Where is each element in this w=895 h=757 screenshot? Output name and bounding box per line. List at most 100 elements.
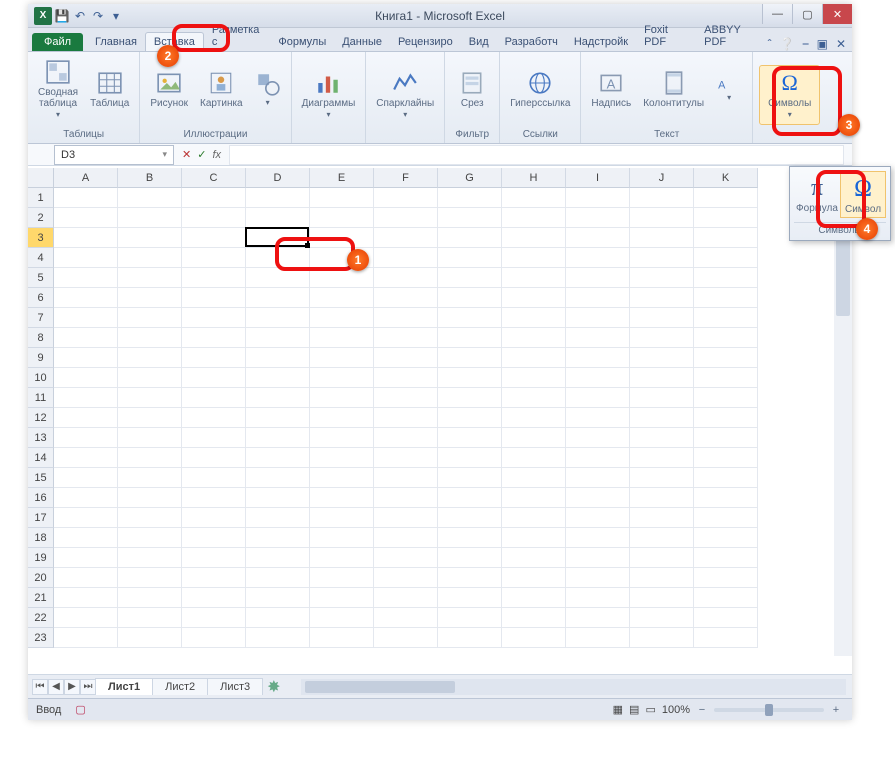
mdi-close-icon[interactable]: ✕ xyxy=(836,37,846,51)
horizontal-scrollbar[interactable] xyxy=(301,679,846,695)
row-header-12[interactable]: 12 xyxy=(28,408,54,428)
row-header-2[interactable]: 2 xyxy=(28,208,54,228)
macro-record-icon[interactable]: ▢ xyxy=(75,703,85,716)
tab-developer[interactable]: Разработч xyxy=(497,33,566,51)
row-header-1[interactable]: 1 xyxy=(28,188,54,208)
tab-view[interactable]: Вид xyxy=(461,33,497,51)
sheet-tab-1[interactable]: Лист1 xyxy=(95,678,153,695)
enter-entry-icon[interactable]: ✓ xyxy=(197,148,206,161)
sheet-nav-next-icon[interactable]: ▶ xyxy=(64,679,80,695)
save-icon[interactable]: 💾 xyxy=(54,8,70,24)
charts-button[interactable]: Диаграммы▾ xyxy=(298,68,360,122)
zoom-slider[interactable] xyxy=(714,708,824,712)
text-more-button[interactable]: A ▾ xyxy=(712,74,746,105)
name-box[interactable]: D3▾ xyxy=(54,145,174,165)
tab-layout[interactable]: Разметка с xyxy=(204,21,271,51)
slicer-button[interactable]: Срез xyxy=(451,68,493,111)
tab-file[interactable]: Файл xyxy=(32,33,83,51)
sparklines-button[interactable]: Спарклайны▾ xyxy=(372,68,438,122)
col-header-K[interactable]: K xyxy=(694,168,758,188)
symbol-button[interactable]: Ω Символ xyxy=(840,171,886,218)
tab-formulas[interactable]: Формулы xyxy=(270,33,334,51)
tab-review[interactable]: Рецензиро xyxy=(390,33,461,51)
symbols-button[interactable]: Ω Символы▾ xyxy=(759,65,820,125)
ribbon-tabs: Файл Главная Вставка Разметка с Формулы … xyxy=(28,28,852,52)
hyperlink-button[interactable]: Гиперссылка xyxy=(506,68,574,111)
col-header-J[interactable]: J xyxy=(630,168,694,188)
maximize-button[interactable]: ▢ xyxy=(792,4,822,24)
zoom-in-button[interactable]: + xyxy=(830,704,842,716)
row-header-16[interactable]: 16 xyxy=(28,488,54,508)
col-header-C[interactable]: C xyxy=(182,168,246,188)
row-header-22[interactable]: 22 xyxy=(28,608,54,628)
ribbon-options-icon[interactable]: ⎯ xyxy=(803,36,809,51)
sheet-tab-3[interactable]: Лист3 xyxy=(207,678,263,695)
col-header-E[interactable]: E xyxy=(310,168,374,188)
row-header-23[interactable]: 23 xyxy=(28,628,54,648)
clipart-button[interactable]: Картинка xyxy=(196,68,247,111)
view-pagebreak-icon[interactable]: ▭ xyxy=(645,703,655,716)
sheet-nav-last-icon[interactable]: ⏭ xyxy=(80,679,96,695)
col-header-F[interactable]: F xyxy=(374,168,438,188)
select-all-corner[interactable] xyxy=(28,168,54,188)
row-header-11[interactable]: 11 xyxy=(28,388,54,408)
active-cell[interactable] xyxy=(245,227,309,247)
row-header-8[interactable]: 8 xyxy=(28,328,54,348)
row-header-21[interactable]: 21 xyxy=(28,588,54,608)
row-header-19[interactable]: 19 xyxy=(28,548,54,568)
equation-button[interactable]: π Формула xyxy=(794,171,840,218)
row-header-20[interactable]: 20 xyxy=(28,568,54,588)
row-header-3[interactable]: 3 xyxy=(28,228,54,248)
row-header-18[interactable]: 18 xyxy=(28,528,54,548)
row-header-15[interactable]: 15 xyxy=(28,468,54,488)
row-header-10[interactable]: 10 xyxy=(28,368,54,388)
redo-icon[interactable]: ↷ xyxy=(90,8,106,24)
tab-foxit[interactable]: Foxit PDF xyxy=(636,21,696,51)
new-sheet-icon[interactable]: ✸ xyxy=(267,677,280,697)
col-header-B[interactable]: B xyxy=(118,168,182,188)
zoom-out-button[interactable]: − xyxy=(696,704,708,716)
row-header-4[interactable]: 4 xyxy=(28,248,54,268)
ribbon-collapse-icon[interactable]: ˆ xyxy=(768,37,772,51)
vertical-scrollbar[interactable] xyxy=(834,168,852,656)
pivot-table-button[interactable]: Сводная таблица▾ xyxy=(34,57,82,122)
col-header-A[interactable]: A xyxy=(54,168,118,188)
undo-icon[interactable]: ↶ xyxy=(72,8,88,24)
cell-grid[interactable] xyxy=(54,188,834,656)
sheet-tab-2[interactable]: Лист2 xyxy=(152,678,208,695)
clipart-icon xyxy=(208,70,234,96)
fx-icon[interactable]: fx xyxy=(212,149,221,161)
table-button[interactable]: Таблица xyxy=(86,68,133,111)
row-header-5[interactable]: 5 xyxy=(28,268,54,288)
tab-abbyy[interactable]: ABBYY PDF xyxy=(696,21,767,51)
tab-insert[interactable]: Вставка xyxy=(145,32,204,51)
close-button[interactable]: ✕ xyxy=(822,4,852,24)
row-header-14[interactable]: 14 xyxy=(28,448,54,468)
picture-button[interactable]: Рисунок xyxy=(146,68,192,111)
view-normal-icon[interactable]: ▦ xyxy=(613,703,623,716)
tab-home[interactable]: Главная xyxy=(87,33,145,51)
sheet-nav-first-icon[interactable]: ⏮ xyxy=(32,679,48,695)
shapes-button[interactable]: ▾ xyxy=(251,69,285,110)
row-header-6[interactable]: 6 xyxy=(28,288,54,308)
col-header-I[interactable]: I xyxy=(566,168,630,188)
tab-addins[interactable]: Надстройк xyxy=(566,33,636,51)
cancel-entry-icon[interactable]: ✕ xyxy=(182,148,191,161)
tab-data[interactable]: Данные xyxy=(334,33,390,51)
slicer-icon xyxy=(459,70,485,96)
col-header-D[interactable]: D xyxy=(246,168,310,188)
formula-input[interactable] xyxy=(229,145,844,165)
mdi-restore-icon[interactable]: ▣ xyxy=(817,37,828,51)
view-layout-icon[interactable]: ▤ xyxy=(629,703,639,716)
sheet-nav-prev-icon[interactable]: ◀ xyxy=(48,679,64,695)
textbox-button[interactable]: A Надпись xyxy=(587,68,635,111)
row-header-13[interactable]: 13 xyxy=(28,428,54,448)
col-header-H[interactable]: H xyxy=(502,168,566,188)
headerfooter-button[interactable]: Колонтитулы xyxy=(639,68,708,111)
row-header-7[interactable]: 7 xyxy=(28,308,54,328)
row-header-17[interactable]: 17 xyxy=(28,508,54,528)
row-header-9[interactable]: 9 xyxy=(28,348,54,368)
qat-more-icon[interactable]: ▾ xyxy=(108,8,124,24)
col-header-G[interactable]: G xyxy=(438,168,502,188)
help-icon[interactable]: ❔ xyxy=(780,37,795,51)
